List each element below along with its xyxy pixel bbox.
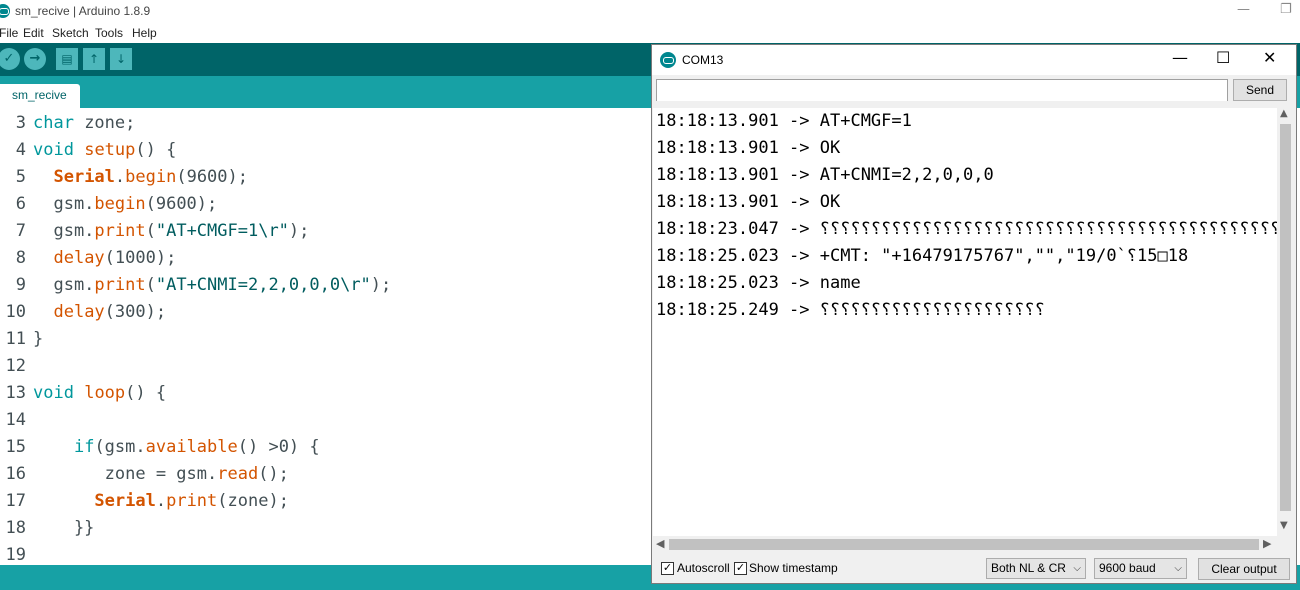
serial-output-line: 18:18:25.023 -> name [656, 273, 861, 293]
menu-sketch[interactable]: Sketch [52, 26, 89, 40]
code-text: char zone; [33, 113, 136, 133]
code-text: Serial.print(zone); [94, 491, 289, 511]
menu-edit[interactable]: Edit [23, 26, 44, 40]
line-number: 16 [5, 464, 26, 484]
menu-help[interactable]: Help [132, 26, 157, 40]
open-sketch-button[interactable]: ↑ [83, 48, 105, 70]
upload-button[interactable]: → [24, 48, 46, 70]
code-text: void loop() { [33, 383, 167, 403]
serial-output-line: 18:18:13.901 -> OK [656, 138, 841, 158]
line-number: 4 [15, 140, 26, 160]
baud-rate-select[interactable]: 9600 baud ⌵ [1094, 558, 1187, 579]
serial-output-line: 18:18:25.249 -> ⸮⸮⸮⸮⸮⸮⸮⸮⸮⸮⸮⸮⸮⸮⸮⸮⸮⸮⸮⸮⸮⸮ [656, 300, 1045, 320]
serial-minimize-button[interactable]: — [1172, 48, 1188, 67]
serial-maximize-button[interactable]: ☐ [1216, 48, 1230, 67]
window-title: sm_recive | Arduino 1.8.9 [15, 4, 151, 18]
line-number: 19 [5, 545, 26, 565]
code-text: void setup() { [33, 140, 177, 160]
serial-titlebar: COM13 — ☐ ✕ [652, 45, 1296, 75]
chevron-down-icon: ⌵ [1174, 563, 1182, 574]
line-number: 14 [5, 410, 26, 430]
line-number: 11 [5, 329, 26, 349]
arduino-logo-icon [0, 4, 10, 18]
scroll-left-icon[interactable]: ◀ [656, 537, 664, 550]
line-number: 8 [15, 248, 26, 268]
code-text: } [33, 329, 44, 349]
serial-send-input[interactable] [657, 80, 1227, 101]
code-text: Serial.begin(9600); [53, 167, 248, 187]
code-text: zone = gsm.read(); [33, 464, 289, 484]
serial-close-button[interactable]: ✕ [1263, 48, 1276, 67]
horizontal-scrollbar[interactable]: ◀ ▶ [653, 536, 1277, 553]
scroll-right-icon[interactable]: ▶ [1263, 537, 1271, 550]
chevron-down-icon: ⌵ [1073, 563, 1081, 574]
menu-file[interactable]: File [0, 26, 18, 40]
line-number: 18 [5, 518, 26, 538]
send-button[interactable]: Send [1233, 79, 1287, 101]
save-sketch-button[interactable]: ↓ [110, 48, 132, 70]
serial-output-line: 18:18:23.047 -> ⸮⸮⸮⸮⸮⸮⸮⸮⸮⸮⸮⸮⸮⸮⸮⸮⸮⸮⸮⸮⸮⸮⸮⸮… [656, 219, 1279, 239]
serial-output[interactable]: 18:18:13.901 -> AT+CMGF=1 18:18:13.901 ->… [653, 108, 1279, 536]
restore-button[interactable]: ❐ [1280, 2, 1292, 17]
code-editor[interactable]: 3 char zone; 4 void setup() { 5 Serial.begin… [0, 108, 652, 565]
line-number: 3 [15, 113, 26, 133]
ide-titlebar: sm_recive | Arduino 1.8.9 — ❐ [0, 0, 1300, 24]
code-text: delay(1000); [53, 248, 177, 268]
serial-send-field[interactable] [656, 79, 1228, 101]
line-number: 10 [5, 302, 26, 322]
scroll-down-icon[interactable]: ▼ [1280, 520, 1288, 531]
line-number: 9 [15, 275, 26, 295]
line-number: 7 [15, 221, 26, 241]
serial-output-line: 18:18:13.901 -> AT+CNMI=2,2,0,0,0 [656, 165, 994, 185]
code-text: gsm.print("AT+CMGF=1\r"); [33, 221, 310, 241]
line-number: 17 [5, 491, 26, 511]
line-ending-select[interactable]: Both NL & CR ⌵ [986, 558, 1086, 579]
line-number: 12 [5, 356, 26, 376]
serial-output-line: 18:18:13.901 -> AT+CMGF=1 [656, 111, 912, 131]
minimize-button[interactable]: — [1237, 2, 1250, 17]
code-text: delay(300); [53, 302, 167, 322]
menu-tools[interactable]: Tools [95, 26, 123, 40]
autoscroll-checkbox[interactable]: ✓ [661, 562, 674, 575]
line-number: 13 [5, 383, 26, 403]
scroll-up-icon[interactable]: ▲ [1280, 108, 1288, 119]
menubar: File Edit Sketch Tools Help [0, 24, 1300, 42]
new-sketch-button[interactable]: ▤ [56, 48, 78, 70]
autoscroll-label: Autoscroll [677, 561, 730, 575]
show-timestamp-checkbox[interactable]: ✓ [734, 562, 747, 575]
horizontal-scroll-thumb[interactable] [669, 539, 1259, 550]
show-timestamp-label: Show timestamp [749, 561, 838, 575]
code-text: gsm.print("AT+CNMI=2,2,0,0,0\r"); [33, 275, 392, 295]
verify-button[interactable]: ✓ [0, 48, 20, 70]
line-number: 5 [15, 167, 26, 187]
serial-output-line: 18:18:25.023 -> +CMT: "+16479175767","",… [656, 246, 1189, 266]
code-text: gsm.begin(9600); [33, 194, 218, 214]
serial-monitor-window: COM13 — ☐ ✕ Send 18:18:13.901 -> AT+CMGF… [651, 44, 1297, 584]
line-number: 6 [15, 194, 26, 214]
code-text: if(gsm.available() >0) { [73, 437, 320, 457]
code-text: }} [33, 518, 95, 538]
serial-bottom-bar: ✓ Autoscroll ✓ Show timestamp Both NL & … [652, 553, 1296, 583]
baud-rate-value: 9600 baud [1099, 561, 1156, 575]
vertical-scroll-thumb[interactable] [1280, 124, 1291, 511]
clear-output-button[interactable]: Clear output [1198, 558, 1290, 580]
arduino-logo-icon [660, 52, 676, 68]
serial-output-line: 18:18:13.901 -> OK [656, 192, 841, 212]
serial-port-title: COM13 [682, 53, 724, 67]
line-ending-value: Both NL & CR [991, 561, 1066, 575]
tab-sm-recive[interactable]: sm_recive [0, 84, 80, 108]
line-number: 15 [5, 437, 26, 457]
vertical-scrollbar[interactable]: ▲ ▼ [1277, 108, 1294, 536]
